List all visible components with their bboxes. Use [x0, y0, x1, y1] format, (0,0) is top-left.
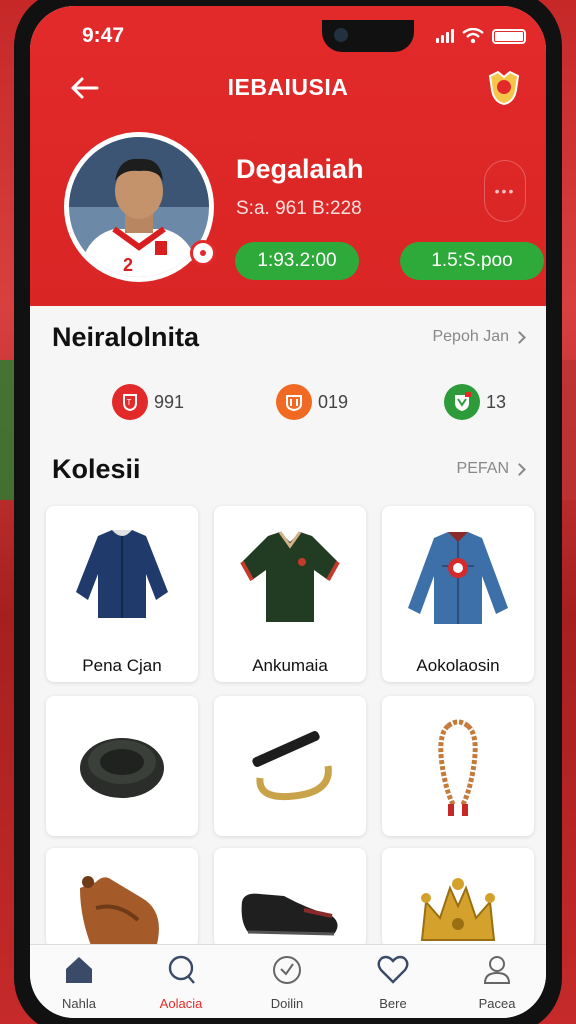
collection-card[interactable]: Pena Cjan [46, 506, 198, 682]
club-stats-row: T 991 019 13 [30, 384, 546, 426]
more-dots-icon: ••• [494, 183, 516, 199]
top-app-bar: IEBAIUSIA [30, 66, 546, 110]
status-bar: 9:47 [30, 20, 546, 54]
phone-frame: 9:47 IEBAIUSIA 2 Degalaiah S:a. 961 B:22… [14, 0, 562, 1024]
heart-icon [377, 955, 409, 984]
background-accent-left [0, 360, 14, 500]
jacket-icon [76, 530, 168, 618]
collection-card-label: Ankumaia [252, 656, 328, 675]
nav-item-label: Aolacia [159, 996, 203, 1011]
club-crest-orange-icon [276, 384, 312, 420]
player-portrait-icon: 2 [69, 137, 209, 277]
collection-section-link-label: PEFAN [456, 460, 509, 477]
nav-item-label: Bere [379, 996, 407, 1011]
collection-section-header: Kolesii PEFAN [52, 450, 526, 490]
online-indicator [190, 240, 216, 266]
collection-card[interactable] [46, 848, 198, 948]
collection-card-label: Aokolaosin [416, 656, 500, 675]
shoe-icon [241, 893, 338, 936]
stat-pill-secondary[interactable]: 1.5:S.poo [400, 242, 544, 280]
signal-icon [436, 29, 454, 43]
chevron-right-icon [513, 330, 526, 344]
nav-item-favorites[interactable]: Bere [348, 953, 438, 1011]
golden-crown-icon [420, 878, 496, 941]
profile-header: 9:47 IEBAIUSIA 2 Degalaiah S:a. 961 B:22… [30, 6, 546, 314]
club-stat-value: 13 [486, 391, 507, 412]
nav-item-chat[interactable]: Aolacia [136, 953, 226, 1011]
camera-notch [322, 20, 414, 52]
club-crest-green-icon [444, 384, 480, 420]
nav-item-home[interactable]: Nahla [34, 953, 124, 1011]
main-content: Neiralolnita Pepoh Jan T 991 019 13 Kole… [30, 306, 546, 948]
chevron-right-icon [513, 462, 526, 476]
collection-card[interactable] [214, 848, 366, 948]
avatar-photo: 2 [69, 137, 209, 277]
stats-section-title: Neiralolnita [52, 322, 200, 352]
svg-text:T: T [127, 398, 132, 407]
more-options-button[interactable]: ••• [484, 160, 526, 222]
nav-item-clock[interactable]: Doilin [242, 953, 332, 1011]
club-stat[interactable]: 13 [444, 384, 506, 420]
club-stat-value: 991 [154, 391, 185, 412]
bottom-nav: Nahla Aolacia Doilin Bere Pacea [30, 944, 546, 1018]
profile-subtitle: S:a. 961 B:228 [236, 198, 362, 219]
chain-necklace-icon [438, 719, 478, 816]
leather-bottle-icon [80, 876, 159, 948]
profile-icon [483, 956, 511, 984]
bracelet-icon [252, 731, 332, 801]
nav-item-label: Nahla [62, 996, 96, 1011]
status-time: 9:47 [82, 24, 125, 47]
collection-card-label: Pena Cjan [82, 656, 162, 675]
stats-section-header: Neiralolnita Pepoh Jan [52, 318, 526, 358]
svg-text:2: 2 [123, 255, 133, 275]
stats-section-link-label: Pepoh Jan [432, 328, 509, 345]
app-screen: 9:47 IEBAIUSIA 2 Degalaiah S:a. 961 B:22… [30, 6, 546, 1018]
collection-section-link[interactable]: PEFAN [456, 460, 526, 478]
nav-item-label: Pacea [478, 996, 516, 1011]
clock-icon [273, 956, 301, 984]
collection-card[interactable]: Ankumaia [214, 506, 366, 682]
club-badge-icon [488, 70, 520, 106]
nav-item-profile[interactable]: Pacea [452, 953, 542, 1011]
club-stat[interactable]: 019 [276, 384, 348, 420]
nav-item-label: Doilin [270, 996, 304, 1011]
club-stat[interactable]: T 991 [112, 384, 184, 420]
stat-pill-primary[interactable]: 1:93.2:00 [235, 242, 359, 280]
camera-icon [334, 28, 348, 42]
status-icons [436, 28, 526, 44]
profile-name: Degalaiah [236, 154, 364, 184]
club-badge-button[interactable] [484, 68, 524, 108]
background-accent-right [562, 360, 576, 500]
collection-card[interactable] [214, 696, 366, 836]
page-title: IEBAIUSIA [227, 74, 349, 100]
ring-icon [80, 738, 164, 798]
polo-shirt-icon [240, 531, 340, 622]
collection-card[interactable]: Aokolaosin [382, 506, 534, 682]
battery-icon [492, 28, 526, 44]
chat-icon [168, 955, 195, 984]
club-stat-value: 019 [318, 391, 349, 412]
collection-card[interactable] [382, 696, 534, 836]
collection-card[interactable] [46, 696, 198, 836]
home-icon [66, 957, 92, 983]
denim-jacket-icon [408, 532, 508, 624]
collection-card[interactable] [382, 848, 534, 948]
wifi-icon [462, 28, 484, 44]
stats-section-link[interactable]: Pepoh Jan [432, 328, 526, 346]
club-crest-red-icon: T [112, 384, 148, 420]
collection-section-title: Kolesii [52, 454, 141, 484]
